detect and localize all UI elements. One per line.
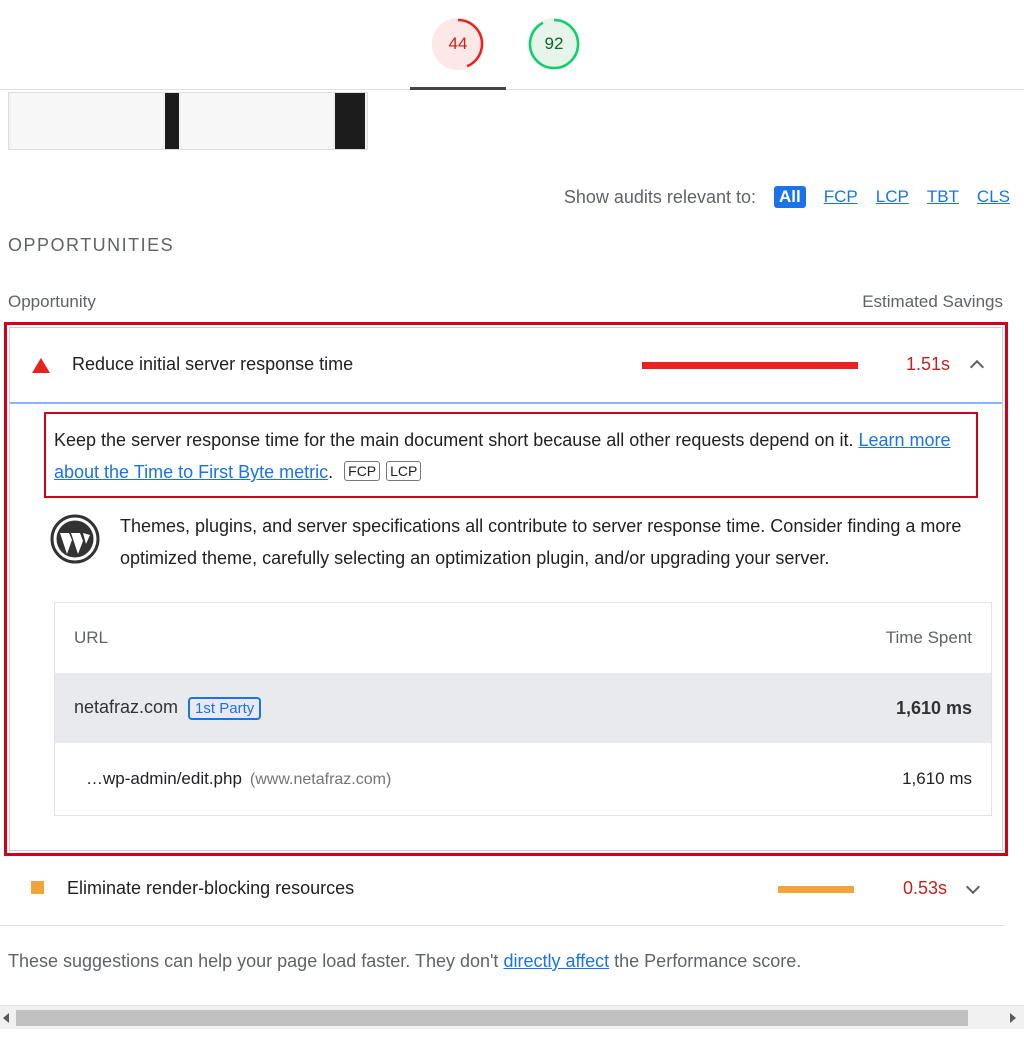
time-column-header: Time Spent [885,628,972,647]
tag-fcp: FCP [344,461,381,481]
directly-affect-link[interactable]: directly affect [503,951,609,971]
url-host: (www.netafraz.com) [249,771,392,788]
url-column-header: URL [74,628,109,647]
wordpress-logo-icon [50,514,100,564]
url-cell: …wp-admin/edit.php (www.netafraz.com) [74,769,391,789]
average-square-icon [31,881,44,894]
opportunities-footnote: These suggestions can help your page loa… [8,951,801,972]
score-tabs-bar: 44 92 [0,0,1024,90]
savings-value: 0.53s [903,878,948,898]
opportunity-render-blocking[interactable]: Eliminate render-blocking resources 0.53… [0,860,1004,926]
filmstrip [8,92,368,150]
description-text: Keep the server response time for the ma… [54,430,854,450]
filter-all[interactable]: All [774,186,806,208]
filter-fcp[interactable]: FCP [824,187,858,207]
performance-score-gauge[interactable]: 44 [432,18,484,70]
opportunity-title: Eliminate render-blocking resources [67,878,355,898]
row-time-value: 1,610 ms [902,769,972,788]
url-path[interactable]: …wp-admin/edit.php [86,769,242,788]
column-opportunity: Opportunity [8,292,96,311]
filmstrip-frame [11,93,163,149]
secondary-score-value: 92 [544,34,564,53]
details-table: URL Time Spent netafraz.com 1st Party 1,6… [54,602,992,816]
entity-cell: netafraz.com 1st Party [74,696,262,720]
savings-bar [778,886,854,893]
description-period: . [328,462,334,482]
filter-tbt[interactable]: TBT [927,187,959,207]
table-header-row: URL Time Spent [55,603,991,673]
stack-pack-text: Themes, plugins, and server specificatio… [120,516,962,568]
filter-lcp[interactable]: LCP [876,187,909,207]
opportunity-title: Reduce initial server response time [72,354,354,374]
secondary-score-gauge[interactable]: 92 [528,18,580,70]
first-party-badge: 1st Party [188,696,262,720]
savings-bar [642,362,858,369]
fail-triangle-icon [32,358,50,373]
opportunity-reduce-server-response: Reduce initial server response time 1.51… [4,322,1008,856]
filmstrip-frame-dark [165,93,179,149]
scroll-left-arrow-icon[interactable] [3,1013,9,1023]
horizontal-scrollbar[interactable] [0,1005,1024,1029]
filmstrip-frame [181,93,333,149]
performance-score-value: 44 [448,34,468,53]
savings-value: 1.51s [906,354,951,374]
scrollbar-thumb[interactable] [16,1010,968,1026]
scroll-right-arrow-icon[interactable] [1010,1013,1016,1023]
filmstrip-frame-dark [335,93,365,149]
column-estimated-savings: Estimated Savings [862,292,1003,311]
table-group-row: netafraz.com 1st Party 1,610 ms [55,673,991,743]
group-time-value: 1,610 ms [895,697,972,718]
active-tab-indicator [410,87,506,90]
footnote-text-end: the Performance score. [609,951,802,971]
opportunity-panel: Reduce initial server response time 1.51… [9,327,1003,851]
chevron-up-icon[interactable] [969,359,985,375]
audit-description: Keep the server response time for the ma… [44,412,978,498]
tag-lcp: LCP [386,461,422,481]
chevron-down-icon[interactable] [965,879,981,895]
filter-label: Show audits relevant to: [563,186,756,207]
audit-filter-bar: Show audits relevant to: All FCP LCP TBT… [0,182,1010,212]
opportunity-header[interactable]: Reduce initial server response time 1.51… [10,328,1002,404]
filter-cls[interactable]: CLS [977,187,1010,207]
table-row: …wp-admin/edit.php (www.netafraz.com) 1,6… [55,743,991,815]
entity-domain: netafraz.com [74,696,179,717]
section-title: OPPORTUNITIES [8,235,175,255]
footnote-text: These suggestions can help your page loa… [8,951,504,971]
